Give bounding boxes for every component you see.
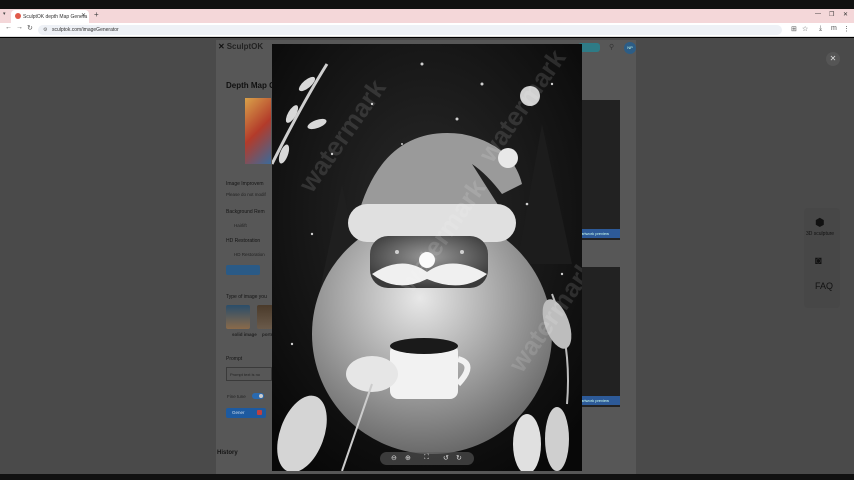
download-icon[interactable]: ⤓ <box>819 25 822 33</box>
logo-mark-icon: ✕ <box>218 42 225 51</box>
image-improvement-label: Image Improvem <box>226 181 264 187</box>
background-removal-label: Background Rem <box>226 209 265 215</box>
minimize-button[interactable]: — <box>815 11 821 17</box>
maximize-button[interactable]: ❐ <box>829 11 834 18</box>
window-titlebar <box>0 0 854 9</box>
reload-icon[interactable]: ↻ <box>27 24 33 32</box>
depth-map-preview-image[interactable]: watermark watermark watermark watermark <box>272 44 582 471</box>
fine-tune-toggle[interactable] <box>252 393 264 399</box>
tab-title: SculptOK depth Map Genera <box>23 14 88 20</box>
zoom-in-icon[interactable]: ⊕ <box>405 454 411 462</box>
translate-language-icon[interactable]: ⚲ <box>609 43 614 51</box>
page-title: Depth Map G <box>226 81 276 90</box>
faq-icon[interactable]: FAQ <box>815 281 833 291</box>
back-icon[interactable]: ← <box>5 24 12 31</box>
url-text: sculptok.com/imageGenerator <box>52 27 119 33</box>
rotate-right-icon[interactable]: ↻ <box>456 454 462 462</box>
hd-restoration-option[interactable]: HD Restoration <box>234 252 265 257</box>
rotate-left-icon[interactable]: ↺ <box>443 454 449 462</box>
cube-icon[interactable]: ⬢ <box>815 216 825 229</box>
profile-icon[interactable]: m <box>831 25 837 32</box>
option-apply-button[interactable] <box>226 265 260 275</box>
discord-icon[interactable]: ◙ <box>815 255 822 267</box>
modal-close-button[interactable]: ✕ <box>826 52 840 66</box>
fine-tune-label: Fine tune <box>227 394 246 399</box>
background-removal-option[interactable]: Hairlift <box>234 223 247 228</box>
history-heading: History <box>217 450 238 456</box>
uploaded-image-thumbnail[interactable] <box>245 98 271 164</box>
image-improvement-link[interactable]: Please do not modif <box>226 192 266 197</box>
fit-icon[interactable]: ⛶ <box>424 454 429 462</box>
result-card[interactable]: artwork preview <box>578 267 620 407</box>
hd-restoration-label: HD Restoration <box>226 238 261 244</box>
prompt-label: Prompt <box>226 356 243 362</box>
favicon-icon <box>15 13 21 19</box>
preview-button[interactable]: artwork preview <box>578 396 620 405</box>
type-option-solid-image[interactable] <box>226 305 250 329</box>
preview-button[interactable]: artwork preview <box>578 229 620 238</box>
forward-icon[interactable]: → <box>16 24 23 31</box>
credit-badge <box>257 410 262 415</box>
prompt-input[interactable]: Prompt text is no <box>226 367 272 381</box>
type-option-label: solid image <box>232 332 257 337</box>
sculpture-label[interactable]: 3D sculpture <box>806 231 834 237</box>
bookmark-star-icon[interactable]: ☆ <box>802 25 808 33</box>
address-bar[interactable]: ⚙ sculptok.com/imageGenerator <box>38 25 782 35</box>
zoom-out-icon[interactable]: ⊖ <box>391 454 397 462</box>
avatar[interactable]: NP <box>624 42 636 54</box>
new-tab-button[interactable]: + <box>94 10 99 19</box>
tab-strip <box>0 9 854 23</box>
site-logo[interactable]: ✕ SculptOK <box>218 42 263 51</box>
tab-search-icon[interactable]: ▾ <box>3 11 6 17</box>
window-close-button[interactable]: ✕ <box>843 11 848 18</box>
result-card[interactable]: artwork preview <box>578 100 620 240</box>
image-type-label: Type of image you <box>226 294 267 300</box>
santa-depth-map-graphic: watermark watermark watermark watermark <box>272 44 582 471</box>
menu-kebab-icon[interactable]: ⋮ <box>843 25 850 33</box>
taskbar <box>0 474 854 480</box>
site-info-icon[interactable]: ⚙ <box>43 27 47 33</box>
browser-tab[interactable]: SculptOK depth Map Genera ✕ <box>11 10 89 23</box>
generate-button[interactable]: Gener <box>226 408 266 418</box>
translate-icon[interactable]: ⊞ <box>791 25 797 33</box>
type-option-portrait-image[interactable] <box>257 305 273 329</box>
tab-close-icon[interactable]: ✕ <box>81 12 86 19</box>
